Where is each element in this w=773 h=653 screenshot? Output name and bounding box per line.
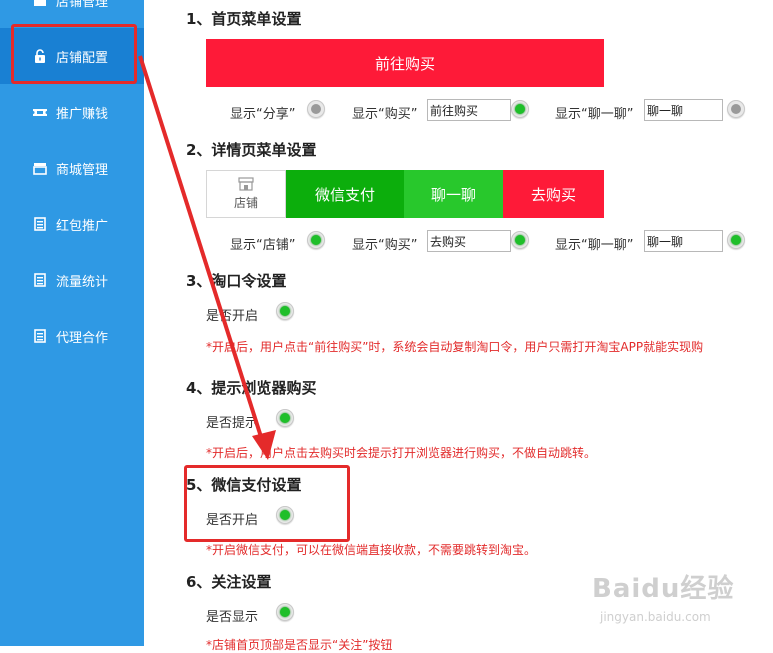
share-label: 显示“分享”	[230, 107, 296, 122]
sidebar-item-label: 商城管理	[56, 162, 109, 178]
shop-icon	[33, 161, 47, 175]
sidebar-item-label: 推广赚钱	[56, 106, 109, 122]
detail-store-label: 店铺	[233, 196, 258, 210]
home-buy-toggle[interactable]	[511, 100, 529, 118]
browser-buy-note: *开启后，用户点击去购买时会提示打开浏览器进行购买，不做自动跳转。	[206, 446, 597, 460]
detail-buy-button[interactable]: 去购买	[503, 170, 604, 218]
sidebar-item-traffic[interactable]: 流量统计	[0, 252, 144, 308]
detail-store-toggle[interactable]	[307, 231, 325, 249]
sidebar-item-label: 流量统计	[56, 274, 109, 290]
sidebar-item-red-packet[interactable]: 红包推广	[0, 196, 144, 252]
lock-icon	[33, 49, 47, 63]
ticket-icon	[33, 105, 47, 119]
store-label: 显示“店铺”	[230, 238, 296, 253]
browser-buy-toggle[interactable]	[276, 409, 294, 427]
detail-wechat-pay-button[interactable]: 微信支付	[286, 170, 404, 218]
document-icon	[33, 329, 47, 343]
main-content: 1、首页菜单设置 前往购买 显示“分享” 显示“购买” 显示“聊一聊” 2、详情…	[144, 0, 773, 652]
sidebar-item-agency[interactable]: 代理合作	[0, 308, 144, 364]
sidebar-item-store-management[interactable]: 店铺管理	[0, 0, 144, 28]
baidu-watermark-logo: Baidu经验	[592, 574, 735, 604]
detail-store-button[interactable]: 店铺	[206, 170, 286, 218]
sidebar: 店铺管理 店铺配置 推广赚钱 商城管理 红包推广 流量统计 代理合作	[0, 0, 144, 646]
home-buy-button[interactable]: 前往购买	[206, 39, 604, 87]
wechat-pay-enable-label: 是否开启	[206, 513, 259, 528]
section-title-follow: 6、关注设置	[186, 573, 272, 591]
buy-label: 显示“购买”	[352, 107, 418, 122]
buy-label: 显示“购买”	[352, 238, 418, 253]
browser-buy-enable-label: 是否提示	[206, 416, 259, 431]
detail-chat-toggle[interactable]	[727, 231, 745, 249]
detail-chat-text-input[interactable]	[644, 230, 723, 252]
detail-chat-button[interactable]: 聊一聊	[404, 170, 503, 218]
taobao-code-toggle[interactable]	[276, 302, 294, 320]
taobao-code-note: *开启后，用户点击“前往购买”时，系统会自动复制淘口令，用户只需打开淘宝APP就…	[206, 340, 704, 354]
section-title-detail-menu: 2、详情页菜单设置	[186, 141, 317, 159]
sidebar-item-label: 红包推广	[56, 218, 109, 234]
section-title-wechat-pay: 5、微信支付设置	[186, 476, 302, 494]
taobao-code-enable-label: 是否开启	[206, 309, 259, 324]
sidebar-item-label: 店铺配置	[56, 50, 109, 66]
sidebar-item-mall[interactable]: 商城管理	[0, 140, 144, 196]
sidebar-item-store-config[interactable]: 店铺配置	[0, 28, 144, 84]
detail-buy-toggle[interactable]	[511, 231, 529, 249]
follow-toggle[interactable]	[276, 603, 294, 621]
document-icon	[33, 273, 47, 287]
section-title-home-menu: 1、首页菜单设置	[186, 10, 302, 28]
baidu-watermark-url: jingyan.baidu.com	[600, 610, 711, 624]
sidebar-item-promotion[interactable]: 推广赚钱	[0, 84, 144, 140]
wechat-pay-toggle[interactable]	[276, 506, 294, 524]
chat-label: 显示“聊一聊”	[555, 238, 634, 253]
sidebar-item-label: 代理合作	[56, 330, 109, 346]
section-title-browser-buy: 4、提示浏览器购买	[186, 379, 317, 397]
detail-buy-text-input[interactable]	[427, 230, 511, 252]
share-toggle[interactable]	[307, 100, 325, 118]
wechat-pay-note: *开启微信支付，可以在微信端直接收款，不需要跳转到淘宝。	[206, 543, 537, 557]
store-icon	[33, 0, 47, 7]
store-icon	[238, 177, 254, 191]
home-chat-text-input[interactable]	[644, 99, 723, 121]
home-buy-text-input[interactable]	[427, 99, 511, 121]
sidebar-item-label: 店铺管理	[56, 0, 109, 10]
follow-note: *店铺首页顶部是否显示“关注”按钮	[206, 638, 393, 652]
home-chat-toggle[interactable]	[727, 100, 745, 118]
chat-label: 显示“聊一聊”	[555, 107, 634, 122]
document-icon	[33, 217, 47, 231]
follow-enable-label: 是否显示	[206, 610, 259, 625]
section-title-taobao-code: 3、淘口令设置	[186, 272, 287, 290]
